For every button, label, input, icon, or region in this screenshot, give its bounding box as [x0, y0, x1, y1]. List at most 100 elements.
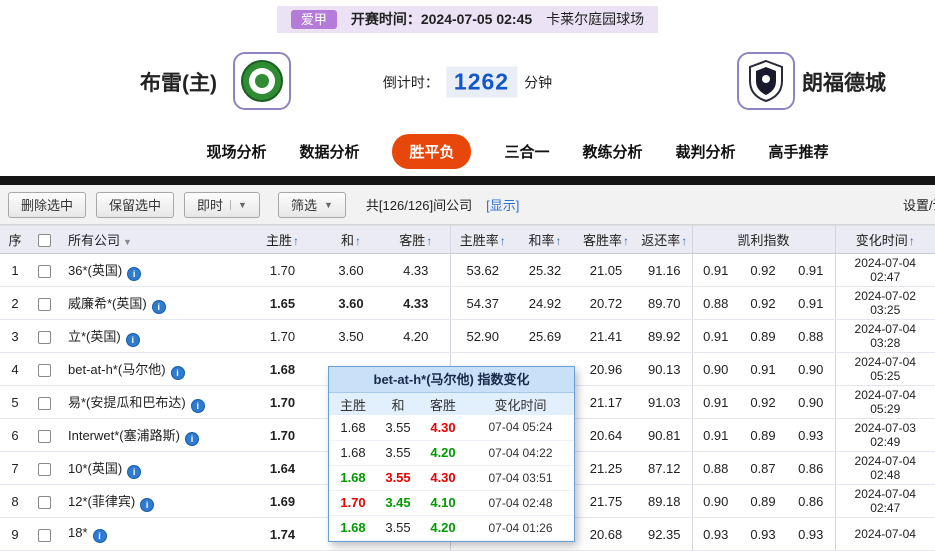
company-name[interactable]: 威廉希*(英国): [68, 296, 147, 311]
table-row[interactable]: 1 36*(英国) i 1.70 3.60 4.33 53.62 25.32 21…: [0, 253, 935, 287]
home-rate: 54.37: [450, 286, 515, 320]
row-checkbox[interactable]: [37, 363, 51, 377]
popup-draw-odds: 3.55: [377, 440, 419, 466]
company-info-icon[interactable]: i: [190, 398, 205, 413]
popup-header-row: 主胜 和 客胜 变化时间: [329, 393, 574, 415]
change-time: 2024-07-04 02:48: [835, 451, 935, 485]
company-name[interactable]: 18*: [68, 525, 88, 540]
company-name[interactable]: 36*(英国): [68, 263, 122, 278]
company-name[interactable]: Interwet*(塞浦路斯): [68, 428, 180, 443]
show-link[interactable]: [显示]: [486, 195, 519, 214]
row-seq: 2: [0, 286, 30, 320]
kelly-draw: 0.89: [739, 484, 787, 518]
table-row[interactable]: 3 立*(英国) i 1.70 3.50 4.20 52.90 25.69 21.…: [0, 319, 935, 353]
delete-selected-button[interactable]: 删除选中: [8, 191, 87, 218]
tab-data-analysis[interactable]: 数据分析: [299, 141, 359, 162]
company-info-icon[interactable]: i: [125, 332, 140, 347]
company-info-icon[interactable]: i: [151, 299, 166, 314]
company-name[interactable]: 10*(英国): [68, 461, 122, 476]
header-checkbox-cell: [30, 225, 58, 254]
popup-away-odds: 4.30: [419, 465, 467, 491]
company-info-icon[interactable]: i: [92, 529, 107, 543]
sort-asc-icon: ↑: [426, 234, 433, 248]
return-rate: 92.35: [637, 517, 693, 551]
header-away-rate[interactable]: 客胜率↑: [575, 225, 637, 254]
row-checkbox[interactable]: [37, 462, 51, 476]
home-odds: 1.65: [245, 286, 320, 320]
change-time: 2024-07-03 02:49: [835, 418, 935, 452]
row-checkbox[interactable]: [37, 297, 51, 311]
kelly-away: 0.91: [787, 253, 836, 287]
company-info-icon[interactable]: i: [170, 365, 185, 380]
row-checkbox[interactable]: [37, 330, 51, 344]
draw-rate: 25.69: [515, 319, 575, 353]
company-name[interactable]: 立*(英国): [68, 329, 121, 344]
table-row[interactable]: 2 威廉希*(英国) i 1.65 3.60 4.33 54.37 24.92 2…: [0, 286, 935, 320]
away-rate: 20.68: [575, 517, 637, 551]
live-odds-label: 即时: [197, 198, 224, 213]
sort-asc-icon: ↑: [499, 234, 506, 248]
change-time: 2024-07-02 03:25: [835, 286, 935, 320]
company-info-icon[interactable]: i: [127, 464, 142, 479]
header-change-time[interactable]: 变化时间↑: [835, 225, 935, 254]
draw-rate: 24.92: [515, 286, 575, 320]
home-crest-icon: [241, 60, 283, 102]
popup-row: 1.68 3.55 4.20 07-04 01:26: [329, 515, 574, 541]
header-away-odds[interactable]: 客胜↑: [382, 225, 451, 254]
kelly-away: 0.86: [787, 484, 836, 518]
company-cell: 10*(英国) i: [58, 451, 245, 485]
company-cell: 18* i: [58, 517, 245, 551]
popup-home-odds: 1.68: [329, 515, 377, 541]
header-draw-rate[interactable]: 和率↑: [515, 225, 575, 254]
popup-header-draw: 和: [377, 393, 419, 415]
company-name[interactable]: bet-at-h*(马尔他): [68, 362, 166, 377]
company-info-icon[interactable]: i: [140, 497, 155, 512]
company-info-icon[interactable]: i: [184, 431, 199, 446]
settings-link[interactable]: 设置/说明: [903, 195, 935, 214]
tab-coach-analysis[interactable]: 教练分析: [583, 141, 643, 162]
odds-change-popup: bet-at-h*(马尔他) 指数变化 主胜 和 客胜 变化时间 1.68 3.…: [328, 366, 575, 542]
tab-win-draw-lose[interactable]: 胜平负: [392, 133, 472, 169]
match-info-banner: 爱甲 开赛时间：2024-07-05 02:45 卡莱尔庭园球场: [0, 0, 935, 38]
company-cell: 36*(英国) i: [58, 253, 245, 287]
kelly-away: 0.93: [787, 517, 836, 551]
company-info-icon[interactable]: i: [127, 266, 142, 281]
row-checkbox[interactable]: [37, 264, 51, 278]
away-team-logo: [737, 52, 795, 110]
popup-header-home: 主胜: [329, 393, 377, 415]
tab-referee-analysis[interactable]: 裁判分析: [676, 141, 736, 162]
kelly-home: 0.91: [692, 319, 739, 353]
select-all-checkbox[interactable]: [37, 234, 51, 248]
row-checkbox[interactable]: [37, 528, 51, 542]
tab-three-in-one[interactable]: 三合一: [504, 141, 549, 162]
company-name[interactable]: 12*(菲律宾): [68, 494, 135, 509]
company-name[interactable]: 易*(安提瓜和巴布达): [68, 395, 186, 410]
kelly-home: 0.91: [692, 253, 739, 287]
tab-expert-picks[interactable]: 高手推荐: [769, 141, 829, 162]
row-checkbox[interactable]: [37, 429, 51, 443]
header-return-rate[interactable]: 返还率↑: [637, 225, 693, 254]
header-draw-odds[interactable]: 和↑: [320, 225, 382, 254]
row-checkbox[interactable]: [37, 396, 51, 410]
popup-change-time: 07-04 01:26: [467, 515, 574, 541]
header-kelly[interactable]: 凯利指数: [692, 225, 836, 254]
keep-selected-button[interactable]: 保留选中: [96, 191, 175, 218]
change-time: 2024-07-04 05:29: [835, 385, 935, 419]
row-checkbox-cell: [30, 418, 58, 452]
filter-dropdown[interactable]: 筛选 ▼: [277, 191, 346, 218]
sort-asc-icon: ↑: [555, 234, 562, 248]
header-home-odds[interactable]: 主胜↑: [245, 225, 320, 254]
row-checkbox[interactable]: [37, 495, 51, 509]
popup-row: 1.68 3.55 4.30 07-04 03:51: [329, 465, 574, 491]
company-cell: 立*(英国) i: [58, 319, 245, 353]
away-team-name: 朗福德城: [802, 72, 886, 95]
header-company[interactable]: 所有公司 ▼: [58, 225, 245, 254]
live-odds-dropdown[interactable]: 即时 ▼: [184, 191, 260, 218]
team-header: 布雷(主) 倒计时： 1262 分钟 朗福德城: [0, 38, 935, 126]
filter-caret-icon[interactable]: ▼: [123, 237, 132, 247]
kelly-draw: 0.89: [739, 418, 787, 452]
tab-live-analysis[interactable]: 现场分析: [206, 141, 266, 162]
header-home-rate[interactable]: 主胜率↑: [450, 225, 515, 254]
kelly-away: 0.88: [787, 319, 836, 353]
row-seq: 9: [0, 517, 30, 551]
